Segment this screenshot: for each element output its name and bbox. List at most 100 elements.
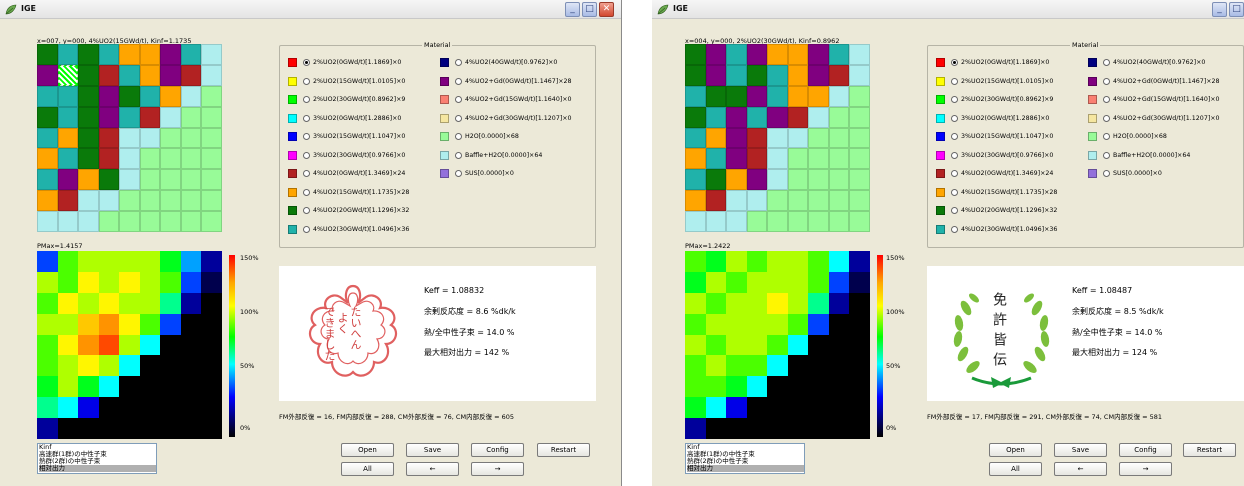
fuel-cell[interactable]: [726, 169, 747, 191]
fuel-cell[interactable]: [767, 44, 788, 65]
fuel-cell[interactable]: [726, 44, 747, 65]
fuel-cell[interactable]: [139, 169, 161, 191]
fuel-cell[interactable]: [828, 44, 850, 65]
title-bar[interactable]: IGE _ □: [652, 0, 1244, 19]
material-radio[interactable]: [951, 114, 958, 122]
fuel-cell[interactable]: [746, 127, 768, 149]
material-radio[interactable]: [1103, 96, 1110, 103]
material-radio[interactable]: [455, 170, 462, 177]
fuel-cell[interactable]: [201, 85, 222, 107]
material-radio[interactable]: [951, 133, 958, 140]
prev-button[interactable]: ←: [1054, 462, 1107, 476]
fuel-cell[interactable]: [57, 148, 79, 170]
fuel-cell[interactable]: [828, 127, 850, 149]
fuel-cell[interactable]: [201, 44, 222, 65]
fuel-cell[interactable]: [119, 148, 140, 170]
fuel-cell[interactable]: [849, 127, 870, 149]
fuel-cell[interactable]: [828, 106, 850, 128]
open-button[interactable]: Open: [989, 443, 1042, 457]
fuel-cell[interactable]: [685, 44, 706, 65]
fuel-cell[interactable]: [139, 44, 161, 65]
fuel-cell[interactable]: [849, 64, 870, 86]
fuel-cell[interactable]: [746, 106, 768, 128]
fuel-cell[interactable]: [705, 127, 727, 149]
material-radio[interactable]: [951, 188, 958, 196]
material-radio[interactable]: [951, 59, 958, 66]
display-mode-list[interactable]: Kinf 高速群(1群)の中性子束 熱群(2群)の中性子束 相対出力: [37, 443, 157, 474]
fuel-cell[interactable]: [849, 211, 870, 232]
material-radio[interactable]: [455, 96, 462, 103]
fuel-cell[interactable]: [119, 106, 140, 128]
fuel-cell[interactable]: [787, 190, 809, 212]
fuel-cell[interactable]: [201, 148, 222, 170]
fuel-cell[interactable]: [787, 64, 809, 86]
fuel-cell[interactable]: [787, 106, 809, 128]
fuel-cell[interactable]: [828, 64, 850, 86]
fuel-cell[interactable]: [849, 44, 870, 65]
fuel-cell[interactable]: [160, 169, 181, 191]
fuel-cell[interactable]: [119, 211, 140, 232]
fuel-cell[interactable]: [767, 169, 788, 191]
next-button[interactable]: →: [1119, 462, 1172, 476]
fuel-cell[interactable]: [705, 169, 727, 191]
material-radio[interactable]: [303, 114, 310, 122]
material-radio[interactable]: [1103, 133, 1110, 140]
fuel-cell[interactable]: [160, 44, 181, 65]
fuel-cell[interactable]: [705, 64, 727, 86]
fuel-cell[interactable]: [37, 64, 58, 86]
fuel-cell[interactable]: [98, 106, 120, 128]
fuel-cell[interactable]: [98, 127, 120, 149]
fuel-cell[interactable]: [98, 169, 120, 191]
material-radio[interactable]: [455, 133, 462, 140]
material-radio[interactable]: [303, 207, 310, 214]
fuel-cell[interactable]: [726, 148, 747, 170]
fuel-cell[interactable]: [767, 190, 788, 212]
fuel-cell[interactable]: [808, 148, 829, 170]
fuel-cell[interactable]: [78, 106, 99, 128]
maximize-button[interactable]: □: [1229, 2, 1244, 17]
fuel-cell[interactable]: [139, 106, 161, 128]
fuel-cell[interactable]: [828, 190, 850, 212]
fuel-cell[interactable]: [160, 211, 181, 232]
fuel-cell[interactable]: [119, 85, 140, 107]
material-radio[interactable]: [303, 77, 310, 85]
fuel-cell[interactable]: [139, 211, 161, 232]
fuel-cell[interactable]: [849, 190, 870, 212]
fuel-cell[interactable]: [685, 127, 706, 149]
fuel-cell[interactable]: [98, 64, 120, 86]
fuel-cell[interactable]: [78, 127, 99, 149]
fuel-cell[interactable]: [180, 85, 202, 107]
fuel-cell[interactable]: [746, 64, 768, 86]
fuel-cell[interactable]: [139, 148, 161, 170]
list-item-selected[interactable]: 相対出力: [687, 465, 804, 472]
fuel-cell[interactable]: [849, 169, 870, 191]
fuel-cell[interactable]: [37, 127, 58, 149]
list-item-selected[interactable]: 相対出力: [39, 465, 156, 472]
config-button[interactable]: Config: [471, 443, 524, 457]
fuel-cell[interactable]: [201, 64, 222, 86]
fuel-cell[interactable]: [767, 106, 788, 128]
material-radio[interactable]: [951, 225, 958, 233]
fuel-cell[interactable]: [767, 148, 788, 170]
fuel-cell[interactable]: [201, 127, 222, 149]
fuel-cell[interactable]: [37, 148, 58, 170]
fuel-cell[interactable]: [139, 190, 161, 212]
fuel-cell[interactable]: [37, 44, 58, 65]
fuel-cell[interactable]: [201, 190, 222, 212]
material-radio[interactable]: [455, 59, 462, 66]
fuel-cell[interactable]: [705, 85, 727, 107]
fuel-cell[interactable]: [57, 211, 79, 232]
fuel-cell[interactable]: [726, 85, 747, 107]
fuel-cell[interactable]: [746, 44, 768, 65]
core-loading-map[interactable]: [685, 44, 870, 232]
fuel-cell[interactable]: [828, 211, 850, 232]
fuel-cell[interactable]: [78, 211, 99, 232]
fuel-cell[interactable]: [180, 64, 202, 86]
material-radio[interactable]: [303, 170, 310, 177]
fuel-cell[interactable]: [767, 85, 788, 107]
fuel-cell[interactable]: [57, 85, 79, 107]
fuel-cell[interactable]: [180, 148, 202, 170]
fuel-cell[interactable]: [808, 64, 829, 86]
fuel-cell[interactable]: [685, 85, 706, 107]
material-radio[interactable]: [1103, 170, 1110, 177]
